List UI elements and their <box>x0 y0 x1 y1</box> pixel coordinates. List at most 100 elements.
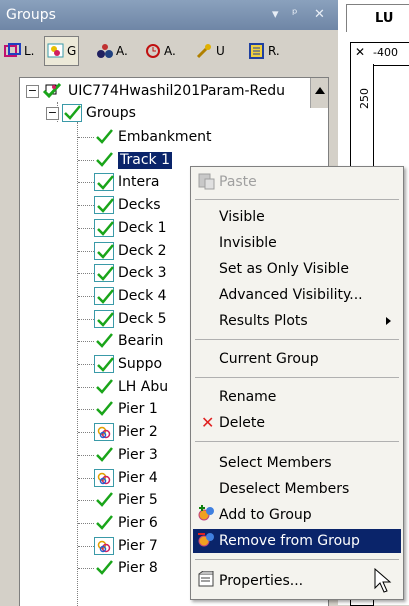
horizontal-ruler: ✕ -400 <box>350 42 409 66</box>
menu-item-visible[interactable]: Visible <box>193 205 401 229</box>
tree-connector <box>78 523 94 524</box>
tree-item-label: Pier 6 <box>118 514 158 531</box>
tree-connector <box>78 251 94 252</box>
tree-item-row[interactable]: LH Abu <box>94 376 168 398</box>
tree-item-row[interactable]: Bearin <box>94 330 163 352</box>
tree-item-label: Deck 3 <box>118 264 167 281</box>
tab-groups[interactable]: G <box>44 36 80 66</box>
menu-item-label: Select Members <box>219 455 332 471</box>
menu-item-select-members[interactable]: Select Members <box>193 451 401 475</box>
menu-separator <box>195 339 399 340</box>
tree-item-row[interactable]: Pier 6 <box>94 512 158 534</box>
menu-item-label: Paste <box>219 174 257 190</box>
tree-item-label: Track 1 <box>117 150 173 170</box>
tree-item-row[interactable]: Pier 1 <box>94 398 158 420</box>
menu-item-label: Advanced Visibility... <box>219 287 363 303</box>
menu-item-label: Delete <box>219 415 265 431</box>
menu-separator <box>195 441 399 442</box>
view-tab-label: LU <box>375 11 394 26</box>
scroll-up-arrow-icon[interactable] <box>315 87 325 94</box>
check-icon <box>62 104 82 122</box>
dropdown-arrow-icon[interactable]: ▾ <box>272 7 279 22</box>
tree-item-row[interactable]: Deck 5 <box>94 308 167 330</box>
add-to-group-icon <box>197 505 219 525</box>
tree-connector <box>78 500 94 501</box>
tree-item-label: Pier 3 <box>118 446 158 463</box>
tree-root-label: UIC774Hwashil201Param-Redu <box>68 82 285 99</box>
tree-connector <box>78 455 94 456</box>
tab-layers[interactable]: L. <box>4 38 35 64</box>
menu-item-label: Deselect Members <box>219 481 350 497</box>
menu-item-label: Remove from Group <box>219 533 360 549</box>
panel-titlebar: Groups ▾ ᵖ ✕ <box>0 0 338 30</box>
tree-connector <box>78 341 94 342</box>
tree-item-label: Pier 5 <box>118 491 158 508</box>
tree-item-label: Pier 8 <box>118 559 158 576</box>
tree-item-row[interactable]: Embankment <box>94 126 212 148</box>
menu-item-results-plots[interactable]: Results Plots <box>193 309 401 333</box>
groups-icon <box>47 43 64 58</box>
menu-item-add-to-group[interactable]: Add to Group <box>193 503 401 527</box>
tree-item-label: Bearin <box>118 332 164 349</box>
tree-item-row[interactable]: Deck 1 <box>94 217 167 239</box>
tab-utilities[interactable]: U <box>196 38 225 64</box>
tree-item-row[interactable]: Suppo <box>94 353 162 375</box>
menu-item-remove-from-group[interactable]: Remove from Group <box>193 529 401 553</box>
tab-reports[interactable]: R. <box>248 38 280 64</box>
collapse-icon[interactable]: − <box>46 106 59 120</box>
model-check-icon <box>42 82 62 99</box>
check-icon <box>94 264 114 282</box>
tree-item-label: Deck 2 <box>118 242 167 259</box>
tree-item-row[interactable]: Pier 3 <box>94 444 158 466</box>
tree-groups-row[interactable]: − Groups <box>46 102 136 124</box>
tree-item-row[interactable]: Pier 8 <box>94 557 158 579</box>
menu-item-label: Properties... <box>219 573 304 589</box>
panel-title: Groups <box>6 7 56 23</box>
menu-item-current-group[interactable]: Current Group <box>193 347 401 371</box>
menu-item-advanced-visibility[interactable]: Advanced Visibility... <box>193 283 401 307</box>
menu-item-rename[interactable]: Rename <box>193 385 401 409</box>
menu-item-properties[interactable]: Properties... <box>193 569 401 593</box>
submenu-arrow-icon <box>386 317 391 325</box>
tree-scrollbar[interactable] <box>310 78 328 108</box>
tree-item-row[interactable]: Deck 2 <box>94 240 167 262</box>
view-tab[interactable]: LU <box>346 4 409 32</box>
pin-icon[interactable]: ᵖ <box>292 7 298 22</box>
check-icon <box>94 355 114 373</box>
tab-analysis[interactable]: A. <box>144 38 176 64</box>
menu-item-deselect-members[interactable]: Deselect Members <box>193 477 401 501</box>
tree-item-row[interactable]: Deck 3 <box>94 262 167 284</box>
menu-item-label: Current Group <box>219 351 319 367</box>
tree-item-row[interactable]: Pier 2 <box>94 421 158 443</box>
ruler-v-value: 250 <box>358 88 371 109</box>
partial-visibility-icon <box>94 537 114 555</box>
close-icon[interactable]: ✕ <box>314 7 325 22</box>
menu-item-set-only-visible[interactable]: Set as Only Visible <box>193 257 401 281</box>
collapse-icon[interactable]: − <box>26 84 39 98</box>
layers-icon <box>4 43 21 57</box>
tree-item-row[interactable]: Pier 4 <box>94 467 158 489</box>
check-icon <box>94 287 114 305</box>
menu-item-delete[interactable]: ✕ Delete <box>193 411 401 435</box>
tree-item-label: Pier 4 <box>118 469 158 486</box>
tree-item-row[interactable]: Pier 7 <box>94 535 158 557</box>
tree-connector <box>78 432 94 433</box>
properties-icon <box>197 570 219 591</box>
menu-item-label: Add to Group <box>219 507 312 523</box>
check-icon <box>94 332 114 350</box>
check-icon <box>94 173 114 191</box>
x-mark-icon: ✕ <box>355 45 366 59</box>
tree-item-label: Deck 1 <box>118 219 167 236</box>
tab-attributes[interactable]: A. <box>96 38 128 64</box>
tree-item-label: Suppo <box>118 355 163 372</box>
tree-item-row[interactable]: Track 1 <box>94 149 173 171</box>
tree-item-row[interactable]: Pier 5 <box>94 489 158 511</box>
tab-label: L. <box>24 44 35 58</box>
tree-connector <box>78 478 94 479</box>
tree-item-row[interactable]: Deck 4 <box>94 285 167 307</box>
tree-item-row[interactable]: Decks <box>94 194 161 216</box>
menu-item-invisible[interactable]: Invisible <box>193 231 401 255</box>
tree-item-row[interactable]: Intera <box>94 171 159 193</box>
tree-root-row[interactable]: − UIC774Hwashil201Param-Redu <box>26 80 285 102</box>
menu-item-paste[interactable]: Paste <box>193 170 401 194</box>
